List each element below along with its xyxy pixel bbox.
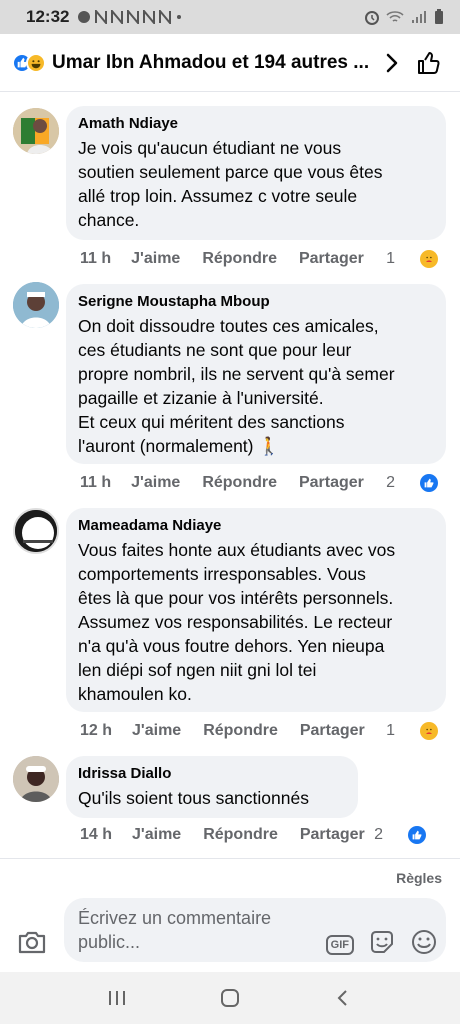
- notification-icon: [127, 10, 140, 24]
- like-reaction-icon: [408, 826, 426, 844]
- status-right: [364, 9, 444, 25]
- battery-icon: [435, 9, 443, 24]
- like-link[interactable]: J'aime: [131, 250, 180, 268]
- gif-icon[interactable]: GIF: [325, 934, 354, 955]
- alarm-icon: [365, 11, 379, 25]
- notification-icon: [95, 10, 108, 24]
- reactions-title[interactable]: Umar Ibn Ahmadou et 194 autres ...: [52, 52, 372, 74]
- comment-text: Vous faites honte aux étudiants avec vos…: [78, 540, 396, 704]
- haha-reaction-icon: [26, 52, 46, 73]
- reaction-count[interactable]: 2: [386, 474, 438, 492]
- comment-text: Je vois qu'aucun étudiant ne vous soutie…: [78, 138, 383, 230]
- notification-icon: [78, 11, 91, 23]
- reaction-count-value: 1: [386, 722, 395, 739]
- comment-time[interactable]: 11 h: [80, 474, 111, 492]
- share-link[interactable]: Partager: [299, 250, 364, 268]
- reply-link[interactable]: Répondre: [202, 250, 277, 268]
- comment-bubble: Amath Ndiaye Je vois qu'aucun étudiant n…: [66, 106, 446, 240]
- like-link[interactable]: J'aime: [132, 722, 181, 740]
- comment-author[interactable]: Amath Ndiaye: [78, 115, 434, 132]
- like-button-icon[interactable]: [410, 44, 448, 82]
- comment-actions: 12 h J'aime Répondre Partager 1: [80, 722, 450, 740]
- comment-bubble: Mameadama Ndiaye Vous faites honte aux é…: [66, 508, 446, 712]
- camera-icon[interactable]: [16, 926, 48, 958]
- rules-link[interactable]: Règles: [396, 870, 442, 886]
- comment-text: Qu'ils soient tous sanctionnés: [78, 788, 309, 808]
- like-link[interactable]: J'aime: [132, 826, 181, 844]
- divider: [0, 858, 460, 859]
- status-time: 12:32: [26, 7, 70, 26]
- like-reaction-icon: [420, 474, 438, 492]
- comment-actions: 11 h J'aime Répondre Partager 2: [80, 474, 450, 492]
- notification-icon: [111, 10, 124, 24]
- dot-icon: [177, 15, 182, 19]
- reaction-count[interactable]: 2: [374, 826, 426, 844]
- signal-icon: [412, 11, 426, 23]
- sticker-icon[interactable]: [368, 928, 396, 961]
- recent-apps-icon[interactable]: [97, 978, 137, 1018]
- reaction-count-value: 1: [386, 250, 395, 267]
- comment-author[interactable]: Mameadama Ndiaye: [78, 517, 434, 534]
- emoji-icon[interactable]: [410, 928, 438, 961]
- reactions-header: Umar Ibn Ahmadou et 194 autres ...: [0, 34, 460, 92]
- share-link[interactable]: Partager: [299, 474, 364, 492]
- comment-bubble: Idrissa Diallo Qu'ils soient tous sancti…: [66, 756, 358, 818]
- reaction-count[interactable]: 1: [386, 250, 438, 268]
- back-icon[interactable]: [323, 978, 363, 1018]
- reaction-icons[interactable]: [12, 52, 46, 73]
- avatar[interactable]: [13, 508, 59, 554]
- avatar[interactable]: [13, 756, 59, 802]
- share-link[interactable]: Partager: [300, 722, 365, 740]
- avatar[interactable]: [13, 108, 59, 154]
- comment-actions: 11 h J'aime Répondre Partager 1: [80, 250, 450, 268]
- composer-icons: GIF: [325, 928, 438, 961]
- comment-input[interactable]: Écrivez un commentaire public... GIF: [64, 898, 446, 962]
- reaction-count-value: 2: [374, 826, 383, 843]
- comment-composer: Écrivez un commentaire public... GIF: [0, 896, 460, 966]
- notification-icon: [159, 10, 172, 24]
- reply-link[interactable]: Répondre: [203, 826, 278, 844]
- comment-bubble: Serigne Moustapha Mboup On doit dissoudr…: [66, 284, 446, 464]
- avatar[interactable]: [13, 282, 59, 328]
- like-link[interactable]: J'aime: [131, 474, 180, 492]
- reply-link[interactable]: Répondre: [203, 722, 278, 740]
- status-bar: 12:32: [0, 0, 460, 34]
- comment-placeholder: Écrivez un commentaire public...: [78, 908, 272, 952]
- comment-author[interactable]: Idrissa Diallo: [78, 765, 346, 782]
- comment-time[interactable]: 14 h: [80, 826, 112, 844]
- reply-link[interactable]: Répondre: [202, 474, 277, 492]
- reaction-count[interactable]: 1: [386, 722, 438, 740]
- notification-icon: [143, 10, 156, 24]
- comment-actions: 14 h J'aime Répondre Partager 2: [80, 826, 450, 844]
- comment-time[interactable]: 12 h: [80, 722, 112, 740]
- share-link[interactable]: Partager: [300, 826, 365, 844]
- wifi-icon: [386, 11, 404, 22]
- chevron-right-icon[interactable]: [372, 44, 410, 82]
- home-icon[interactable]: [210, 978, 250, 1018]
- reaction-count-value: 2: [386, 474, 395, 491]
- comment-time[interactable]: 11 h: [80, 250, 111, 268]
- care-reaction-icon: [420, 250, 438, 268]
- notification-icons: [77, 10, 183, 24]
- care-reaction-icon: [420, 722, 438, 740]
- comment-author[interactable]: Serigne Moustapha Mboup: [78, 293, 434, 310]
- system-nav-bar: [0, 972, 460, 1024]
- comment-text: On doit dissoudre toutes ces amicales, c…: [78, 316, 395, 456]
